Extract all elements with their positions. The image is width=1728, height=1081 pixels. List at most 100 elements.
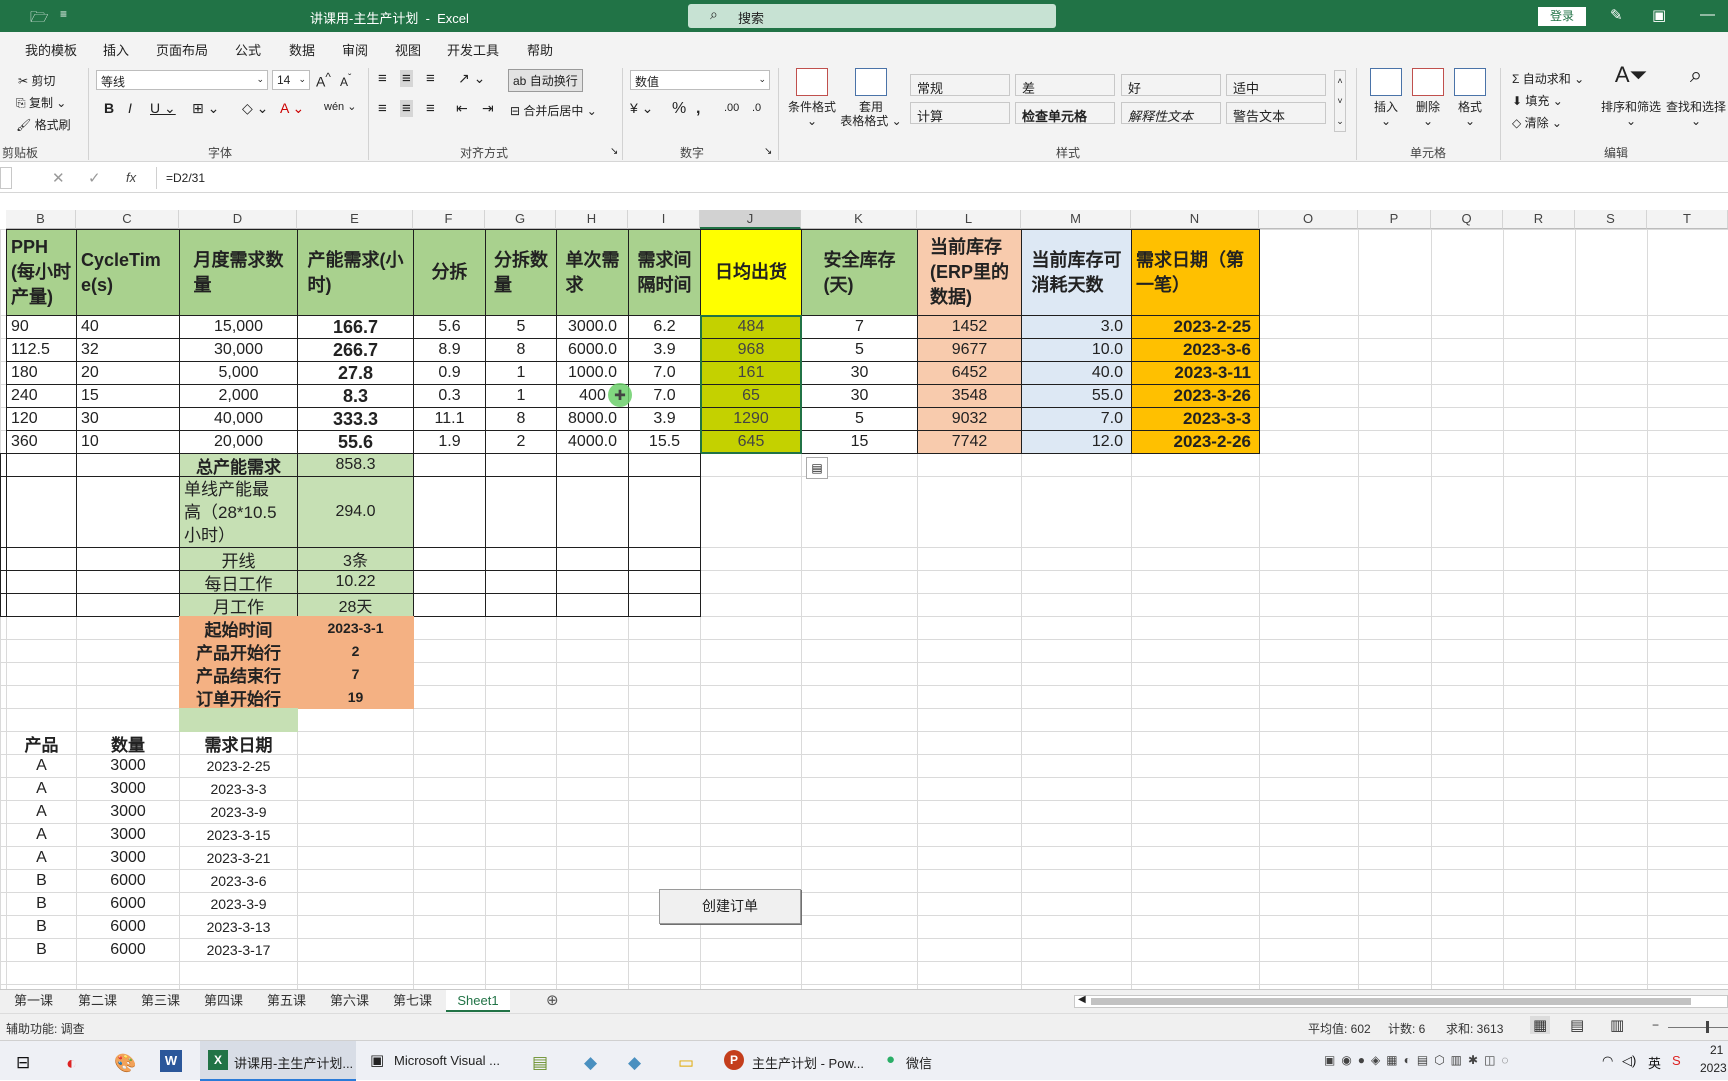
align-middle-button[interactable]: ≡ bbox=[400, 70, 413, 87]
column-header-b[interactable]: B bbox=[6, 210, 76, 229]
order-cell[interactable]: A bbox=[6, 777, 77, 801]
param-value[interactable]: 2023-3-1 bbox=[297, 616, 414, 640]
column-header-m[interactable]: M bbox=[1021, 210, 1131, 229]
data-cell[interactable]: 2023-2-26 bbox=[1131, 430, 1260, 454]
summary-label[interactable]: 总产能需求 bbox=[179, 453, 298, 477]
column-header-e[interactable]: E bbox=[297, 210, 413, 229]
data-cell[interactable]: 9032 bbox=[917, 407, 1022, 431]
column-header-j[interactable]: J bbox=[700, 210, 801, 229]
order-header[interactable]: 需求日期 bbox=[179, 731, 298, 755]
header-cell[interactable]: 分拆 bbox=[413, 229, 486, 316]
find-select-button[interactable]: ⌕ 查找和选择 ⌄ bbox=[1664, 68, 1728, 128]
data-cell[interactable]: 15,000 bbox=[179, 315, 298, 339]
quick-analysis-icon[interactable]: ▤ bbox=[806, 457, 828, 479]
volume-icon[interactable]: ◁) bbox=[1622, 1053, 1636, 1069]
data-cell[interactable]: 32 bbox=[76, 338, 180, 362]
cut-button[interactable]: ✂ 剪切 bbox=[18, 72, 55, 89]
summary-empty-cell[interactable] bbox=[485, 476, 557, 548]
order-cell[interactable]: 6000 bbox=[76, 869, 180, 893]
data-cell[interactable]: 1290 bbox=[700, 407, 802, 431]
menu-formulas[interactable]: 公式 bbox=[235, 40, 261, 59]
header-cell[interactable]: CycleTim e(s) bbox=[76, 229, 180, 316]
orientation-button[interactable]: ↗ ⌄ bbox=[458, 70, 485, 87]
summary-value[interactable]: 28天 bbox=[297, 593, 414, 617]
header-cell[interactable]: 当前库存 (ERP里的 数据) bbox=[917, 229, 1022, 316]
menu-review[interactable]: 审阅 bbox=[342, 40, 368, 59]
percent-button[interactable]: % bbox=[672, 100, 686, 118]
zoom-out-icon[interactable]: − bbox=[1652, 1018, 1659, 1032]
create-order-button[interactable]: 创建订单 bbox=[659, 889, 801, 924]
header-cell[interactable]: 当前库存可 消耗天数 bbox=[1021, 229, 1132, 316]
wifi-icon[interactable]: ◠ bbox=[1602, 1053, 1613, 1069]
data-cell[interactable]: 65 bbox=[700, 384, 802, 408]
browser-icon[interactable]: ◐ bbox=[66, 1053, 77, 1074]
order-cell[interactable]: 6000 bbox=[76, 915, 180, 939]
column-header-g[interactable]: G bbox=[485, 210, 556, 229]
style-calculation[interactable]: 计算 bbox=[910, 102, 1010, 124]
style-normal[interactable]: 常规 bbox=[910, 74, 1010, 96]
data-cell[interactable]: 7.0 bbox=[628, 361, 701, 385]
column-header-r[interactable]: R bbox=[1503, 210, 1575, 229]
summary-empty-cell[interactable] bbox=[556, 453, 629, 477]
ime-indicator[interactable]: 英 bbox=[1648, 1053, 1661, 1072]
column-header-p[interactable]: P bbox=[1358, 210, 1431, 229]
column-header-t[interactable]: T bbox=[1647, 210, 1728, 229]
fill-color-button[interactable]: ◇ ⌄ bbox=[242, 100, 268, 117]
order-cell[interactable]: 6000 bbox=[76, 892, 180, 916]
align-right-button[interactable]: ≡ bbox=[426, 100, 435, 117]
param-label[interactable]: 产品结束行 bbox=[179, 662, 298, 686]
menu-view[interactable]: 视图 bbox=[395, 40, 421, 59]
scroll-left-icon[interactable]: ◀ bbox=[1078, 994, 1086, 1005]
header-cell[interactable]: 需求日期（第 一笔） bbox=[1131, 229, 1260, 316]
data-cell[interactable]: 4000.0 bbox=[556, 430, 629, 454]
order-cell[interactable]: 3000 bbox=[76, 823, 180, 847]
summary-empty-cell[interactable] bbox=[6, 593, 77, 617]
search-box[interactable]: ⌕ 搜索 bbox=[688, 4, 1056, 28]
sort-filter-button[interactable]: A⏷ 排序和筛选 ⌄ bbox=[1598, 64, 1664, 129]
column-header-k[interactable]: K bbox=[801, 210, 917, 229]
alignment-dialog-launcher[interactable]: ↘ bbox=[610, 146, 618, 157]
data-cell[interactable]: 3.9 bbox=[628, 407, 701, 431]
number-dialog-launcher[interactable]: ↘ bbox=[764, 146, 772, 157]
italic-button[interactable]: I bbox=[128, 100, 132, 116]
data-cell[interactable]: 6452 bbox=[917, 361, 1022, 385]
data-cell[interactable]: 11.1 bbox=[413, 407, 486, 431]
shrink-font-button[interactable]: Aˇ bbox=[340, 73, 351, 89]
param-value[interactable]: 7 bbox=[297, 662, 414, 686]
clock-date[interactable]: 2023 bbox=[1700, 1061, 1727, 1075]
phonetic-button[interactable]: wén ⌄ bbox=[324, 100, 356, 113]
summary-empty-cell[interactable] bbox=[6, 453, 77, 477]
taskbar-vba[interactable]: ▣ Microsoft Visual ... bbox=[366, 1041, 516, 1081]
header-cell[interactable]: 安全库存 (天) bbox=[801, 229, 918, 316]
order-cell[interactable]: 3000 bbox=[76, 800, 180, 824]
data-cell[interactable]: 20,000 bbox=[179, 430, 298, 454]
data-cell[interactable]: 2023-3-26 bbox=[1131, 384, 1260, 408]
insert-function-icon[interactable]: fx bbox=[126, 170, 136, 185]
data-cell[interactable]: 240 bbox=[6, 384, 77, 408]
data-cell[interactable]: 6000.0 bbox=[556, 338, 629, 362]
fill-button[interactable]: ⬇ 填充 ⌄ bbox=[1512, 92, 1563, 109]
style-warning[interactable]: 警告文本 bbox=[1226, 102, 1326, 124]
taskbar-powerpoint[interactable]: P 主生产计划 - Pow... bbox=[720, 1041, 870, 1081]
order-cell[interactable]: B bbox=[6, 915, 77, 939]
align-center-button[interactable]: ≡ bbox=[400, 100, 413, 117]
green-cell[interactable] bbox=[179, 708, 298, 732]
order-cell[interactable]: B bbox=[6, 938, 77, 962]
data-cell[interactable]: 0.9 bbox=[413, 361, 486, 385]
underline-button[interactable]: U ⌄ bbox=[150, 100, 176, 117]
sheet-tab-2[interactable]: 第二课 bbox=[78, 990, 117, 1012]
order-cell[interactable]: A bbox=[6, 800, 77, 824]
styles-scroll[interactable]: ˄ ˅ ⌄ bbox=[1334, 70, 1346, 132]
font-size-select[interactable]: 14 ⌄ bbox=[272, 70, 310, 90]
summary-empty-cell[interactable] bbox=[628, 593, 701, 617]
font-color-button[interactable]: A ⌄ bbox=[280, 100, 304, 117]
order-cell[interactable]: B bbox=[6, 892, 77, 916]
data-cell[interactable]: 30 bbox=[801, 361, 918, 385]
align-bottom-button[interactable]: ≡ bbox=[426, 70, 435, 87]
data-cell[interactable]: 15 bbox=[76, 384, 180, 408]
summary-label[interactable]: 单线产能最 高（28*10.5 小时） bbox=[179, 476, 298, 548]
copy-button[interactable]: ⎘ 复制 ⌄ bbox=[16, 94, 66, 111]
order-cell[interactable]: 2023-3-13 bbox=[179, 915, 298, 939]
sheet-tab-4[interactable]: 第四课 bbox=[204, 990, 243, 1012]
summary-empty-cell[interactable] bbox=[556, 476, 629, 548]
